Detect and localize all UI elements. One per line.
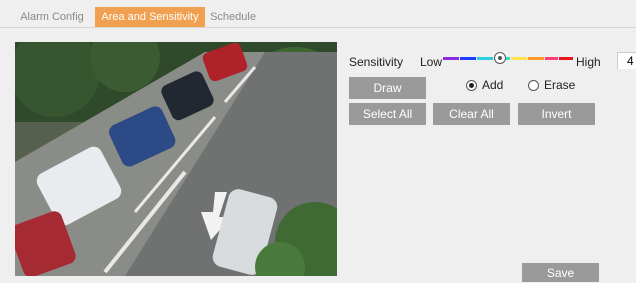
tab-bar: Alarm Config Area and Sensitivity Schedu… [0,0,636,28]
sensitivity-value: 4 [617,52,636,69]
slider-segment [528,57,544,60]
slider-segment [559,57,573,60]
tab-area-and-sensitivity[interactable]: Area and Sensitivity [95,7,205,27]
erase-label: Erase [544,78,576,92]
tab-schedule[interactable]: Schedule [208,7,258,27]
draw-button[interactable]: Draw [349,77,426,99]
erase-radio[interactable] [528,80,539,91]
sensitivity-low-label: Low [420,55,443,69]
slider-segment [477,57,493,60]
camera-preview[interactable] [15,42,337,276]
clear-all-button[interactable]: Clear All [433,103,510,125]
camera-scene-image [15,42,337,276]
slider-segment [460,57,476,60]
tab-alarm-config[interactable]: Alarm Config [12,7,92,27]
slider-segment [511,57,527,60]
tab-divider [0,27,636,28]
slider-segment [545,57,558,60]
add-radio[interactable] [466,80,477,91]
select-all-button[interactable]: Select All [349,103,426,125]
slider-segment [443,57,459,60]
add-label: Add [482,78,504,92]
invert-button[interactable]: Invert [518,103,595,125]
sensitivity-high-label: High [576,55,601,69]
sensitivity-label: Sensitivity [349,55,404,69]
save-button[interactable]: Save [522,263,599,282]
slider-knob[interactable] [494,52,506,64]
